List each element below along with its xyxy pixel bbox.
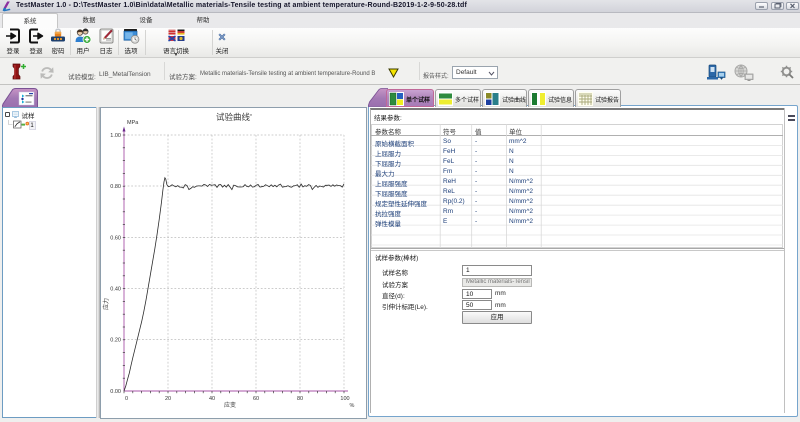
svg-text:%: % <box>350 403 355 409</box>
svg-text:0.00: 0.00 <box>110 389 121 395</box>
svg-text:0.80: 0.80 <box>110 184 121 190</box>
svg-text:40: 40 <box>209 396 215 402</box>
svg-text:80: 80 <box>297 396 303 402</box>
svg-text:0.40: 0.40 <box>110 287 121 293</box>
svg-text:0.20: 0.20 <box>110 338 121 344</box>
svg-text:试验曲线*: 试验曲线* <box>216 112 252 122</box>
svg-text:MPa: MPa <box>127 120 139 126</box>
svg-text:应变: 应变 <box>224 401 236 409</box>
svg-text:0: 0 <box>125 396 128 402</box>
svg-text:1.00: 1.00 <box>110 133 121 139</box>
svg-text:0.60: 0.60 <box>110 236 121 242</box>
svg-text:应力: 应力 <box>102 298 110 310</box>
svg-text:20: 20 <box>165 396 171 402</box>
svg-text:60: 60 <box>253 396 259 402</box>
svg-text:100: 100 <box>340 396 349 402</box>
